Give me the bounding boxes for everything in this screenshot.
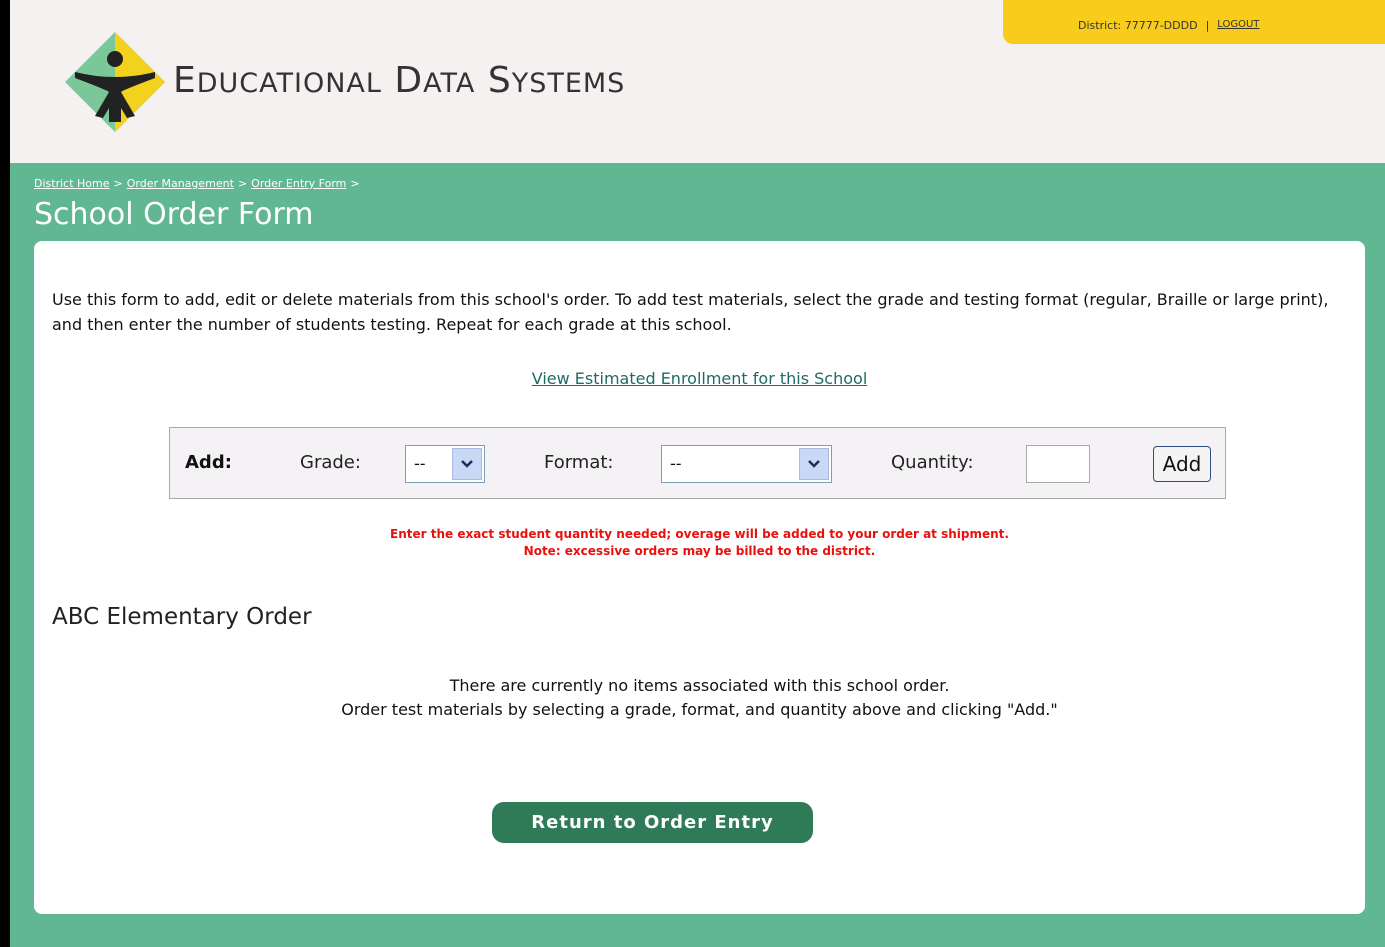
chevron-down-icon[interactable] [452, 448, 482, 480]
empty-message-line-1: There are currently no items associated … [449, 676, 950, 695]
grade-label: Grade: [300, 452, 361, 473]
add-materials-form: Add: Grade: -- Format: -- Quantity: Add [169, 427, 1226, 499]
add-label: Add: [185, 452, 232, 473]
grade-select[interactable]: -- [405, 445, 485, 483]
eds-logo-icon [65, 32, 165, 132]
page-title: School Order Form [34, 197, 314, 232]
brand-word-3: SYSTEMS [487, 60, 626, 101]
view-estimated-enrollment-link[interactable]: View Estimated Enrollment for this Schoo… [34, 369, 1365, 388]
user-bar: District: 77777-DDDD | LOGOUT [1003, 0, 1385, 44]
breadcrumb-separator: > [237, 177, 248, 190]
notice-line-1: Enter the exact student quantity needed;… [390, 527, 1009, 541]
format-label: Format: [544, 452, 614, 473]
district-id: 77777-DDDD [1124, 19, 1198, 32]
logout-link[interactable]: LOGOUT [1217, 19, 1259, 30]
intro-text: Use this form to add, edit or delete mat… [52, 290, 1329, 334]
grade-select-value: -- [414, 454, 426, 473]
brand-word-2: DATA [394, 60, 476, 101]
empty-order-message: There are currently no items associated … [34, 674, 1365, 722]
return-to-order-entry-button[interactable]: Return to Order Entry [492, 802, 813, 843]
userbar-separator: | [1205, 19, 1210, 32]
breadcrumb-order-entry-form[interactable]: Order Entry Form [251, 177, 346, 190]
site-header: District: 77777-DDDD | LOGOUT EDUCATIONA… [10, 0, 1385, 163]
order-heading: ABC Elementary Order [52, 604, 312, 630]
breadcrumb-separator: > [113, 177, 123, 190]
quantity-label: Quantity: [891, 452, 974, 473]
quantity-input[interactable] [1026, 445, 1090, 483]
breadcrumb-order-management[interactable]: Order Management [127, 177, 234, 190]
breadcrumb-district-home[interactable]: District Home [34, 177, 110, 190]
main-panel: Use this form to add, edit or delete mat… [34, 241, 1365, 914]
brand-name: EDUCATIONAL DATA SYSTEMS [173, 60, 625, 101]
brand-word-1: EDUCATIONAL [173, 60, 382, 101]
page-frame: District: 77777-DDDD | LOGOUT EDUCATIONA… [10, 0, 1385, 947]
chevron-down-icon[interactable] [799, 448, 829, 480]
breadcrumb-separator: > [350, 177, 360, 190]
add-button[interactable]: Add [1153, 446, 1211, 482]
format-select[interactable]: -- [661, 445, 832, 483]
district-label: District: [1078, 19, 1122, 32]
breadcrumb: District Home > Order Management > Order Ent… [34, 177, 364, 190]
notice-line-2: Note: excessive orders may be billed to … [523, 544, 876, 558]
format-select-value: -- [670, 454, 682, 473]
empty-message-line-2: Order test materials by selecting a grad… [341, 700, 1058, 719]
order-notice: Enter the exact student quantity needed;… [34, 526, 1365, 560]
